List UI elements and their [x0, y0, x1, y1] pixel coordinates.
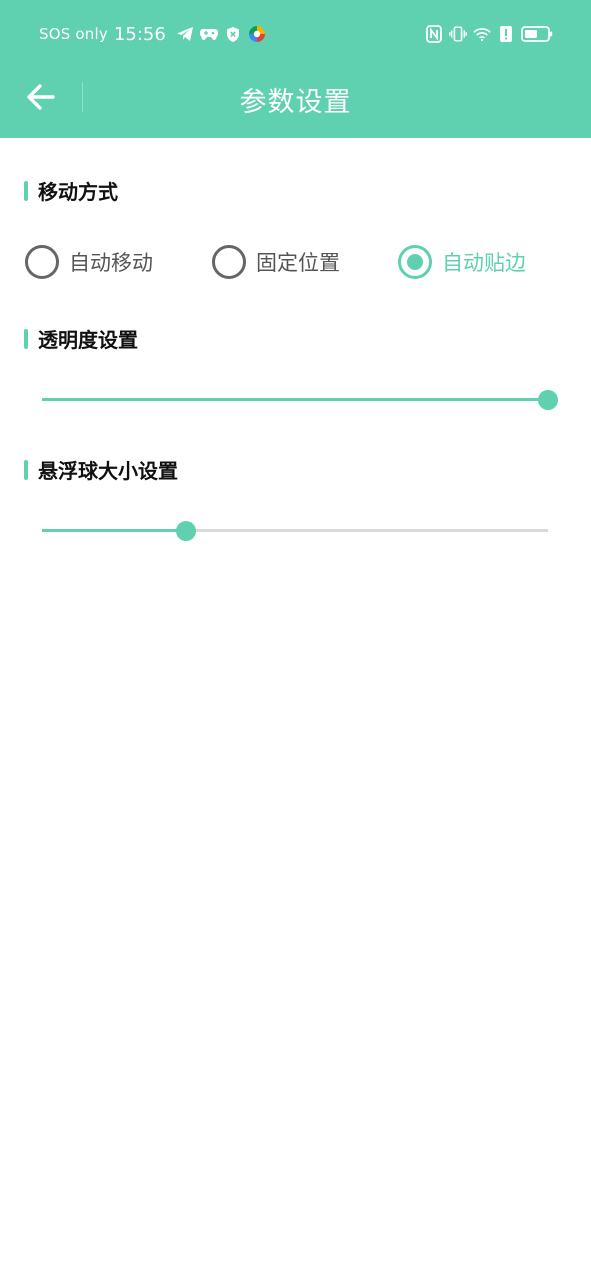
radio-auto-edge-circle [398, 245, 432, 279]
radio-auto-edge-label: 自动贴边 [442, 251, 526, 275]
game-controller-icon [199, 25, 218, 43]
telegram-icon [176, 25, 194, 43]
battery-icon [521, 25, 553, 43]
radio-auto-move-circle [25, 245, 59, 279]
top-header: SOS only 15:56 参数设置 [0, 0, 591, 138]
status-time: 15:56 [113, 23, 166, 45]
ball-size-slider[interactable] [42, 518, 548, 544]
section-opacity-title: 透明度设置 [38, 328, 138, 352]
app-bar: 参数设置 [0, 66, 591, 138]
ball-size-slider-fill [42, 529, 187, 532]
status-bar: SOS only 15:56 [0, 0, 591, 66]
page-title: 参数设置 [239, 87, 352, 118]
section-move-mode: 移动方式 [24, 176, 118, 205]
opacity-slider-thumb[interactable] [538, 390, 558, 410]
ball-size-slider-thumb[interactable] [176, 521, 197, 541]
section-ball-size-title: 悬浮球大小设置 [38, 459, 178, 483]
move-mode-radio-group: 自动移动 固定位置 自动贴边 [25, 242, 565, 282]
radio-fixed-position[interactable]: 固定位置 [212, 242, 340, 282]
vibrate-icon [449, 25, 467, 43]
section-opacity: 透明度设置 [24, 324, 138, 353]
alert-icon [497, 25, 515, 43]
status-left: SOS only 15:56 [39, 22, 266, 46]
status-right [425, 22, 553, 46]
settings-screen: SOS only 15:56 参数设置 移动方式 自动移动 固定位置 自动贴边 … [0, 0, 591, 1280]
wifi-icon [473, 25, 491, 43]
shield-icon [224, 25, 242, 43]
section-move-mode-title: 移动方式 [38, 180, 118, 204]
section-accent-bar [24, 459, 28, 480]
section-accent-bar [24, 180, 28, 201]
opacity-slider[interactable] [42, 387, 558, 413]
radio-fixed-position-label: 固定位置 [256, 251, 340, 275]
carrier-text: SOS only [39, 25, 108, 43]
colorful-app-icon [248, 25, 266, 43]
opacity-slider-fill [42, 398, 548, 401]
radio-auto-move[interactable]: 自动移动 [25, 242, 153, 282]
radio-auto-move-label: 自动移动 [69, 251, 153, 275]
section-accent-bar [24, 328, 28, 349]
section-ball-size: 悬浮球大小设置 [24, 455, 178, 484]
nfc-icon [425, 25, 443, 43]
radio-fixed-position-circle [212, 245, 246, 279]
radio-auto-edge[interactable]: 自动贴边 [398, 242, 526, 282]
